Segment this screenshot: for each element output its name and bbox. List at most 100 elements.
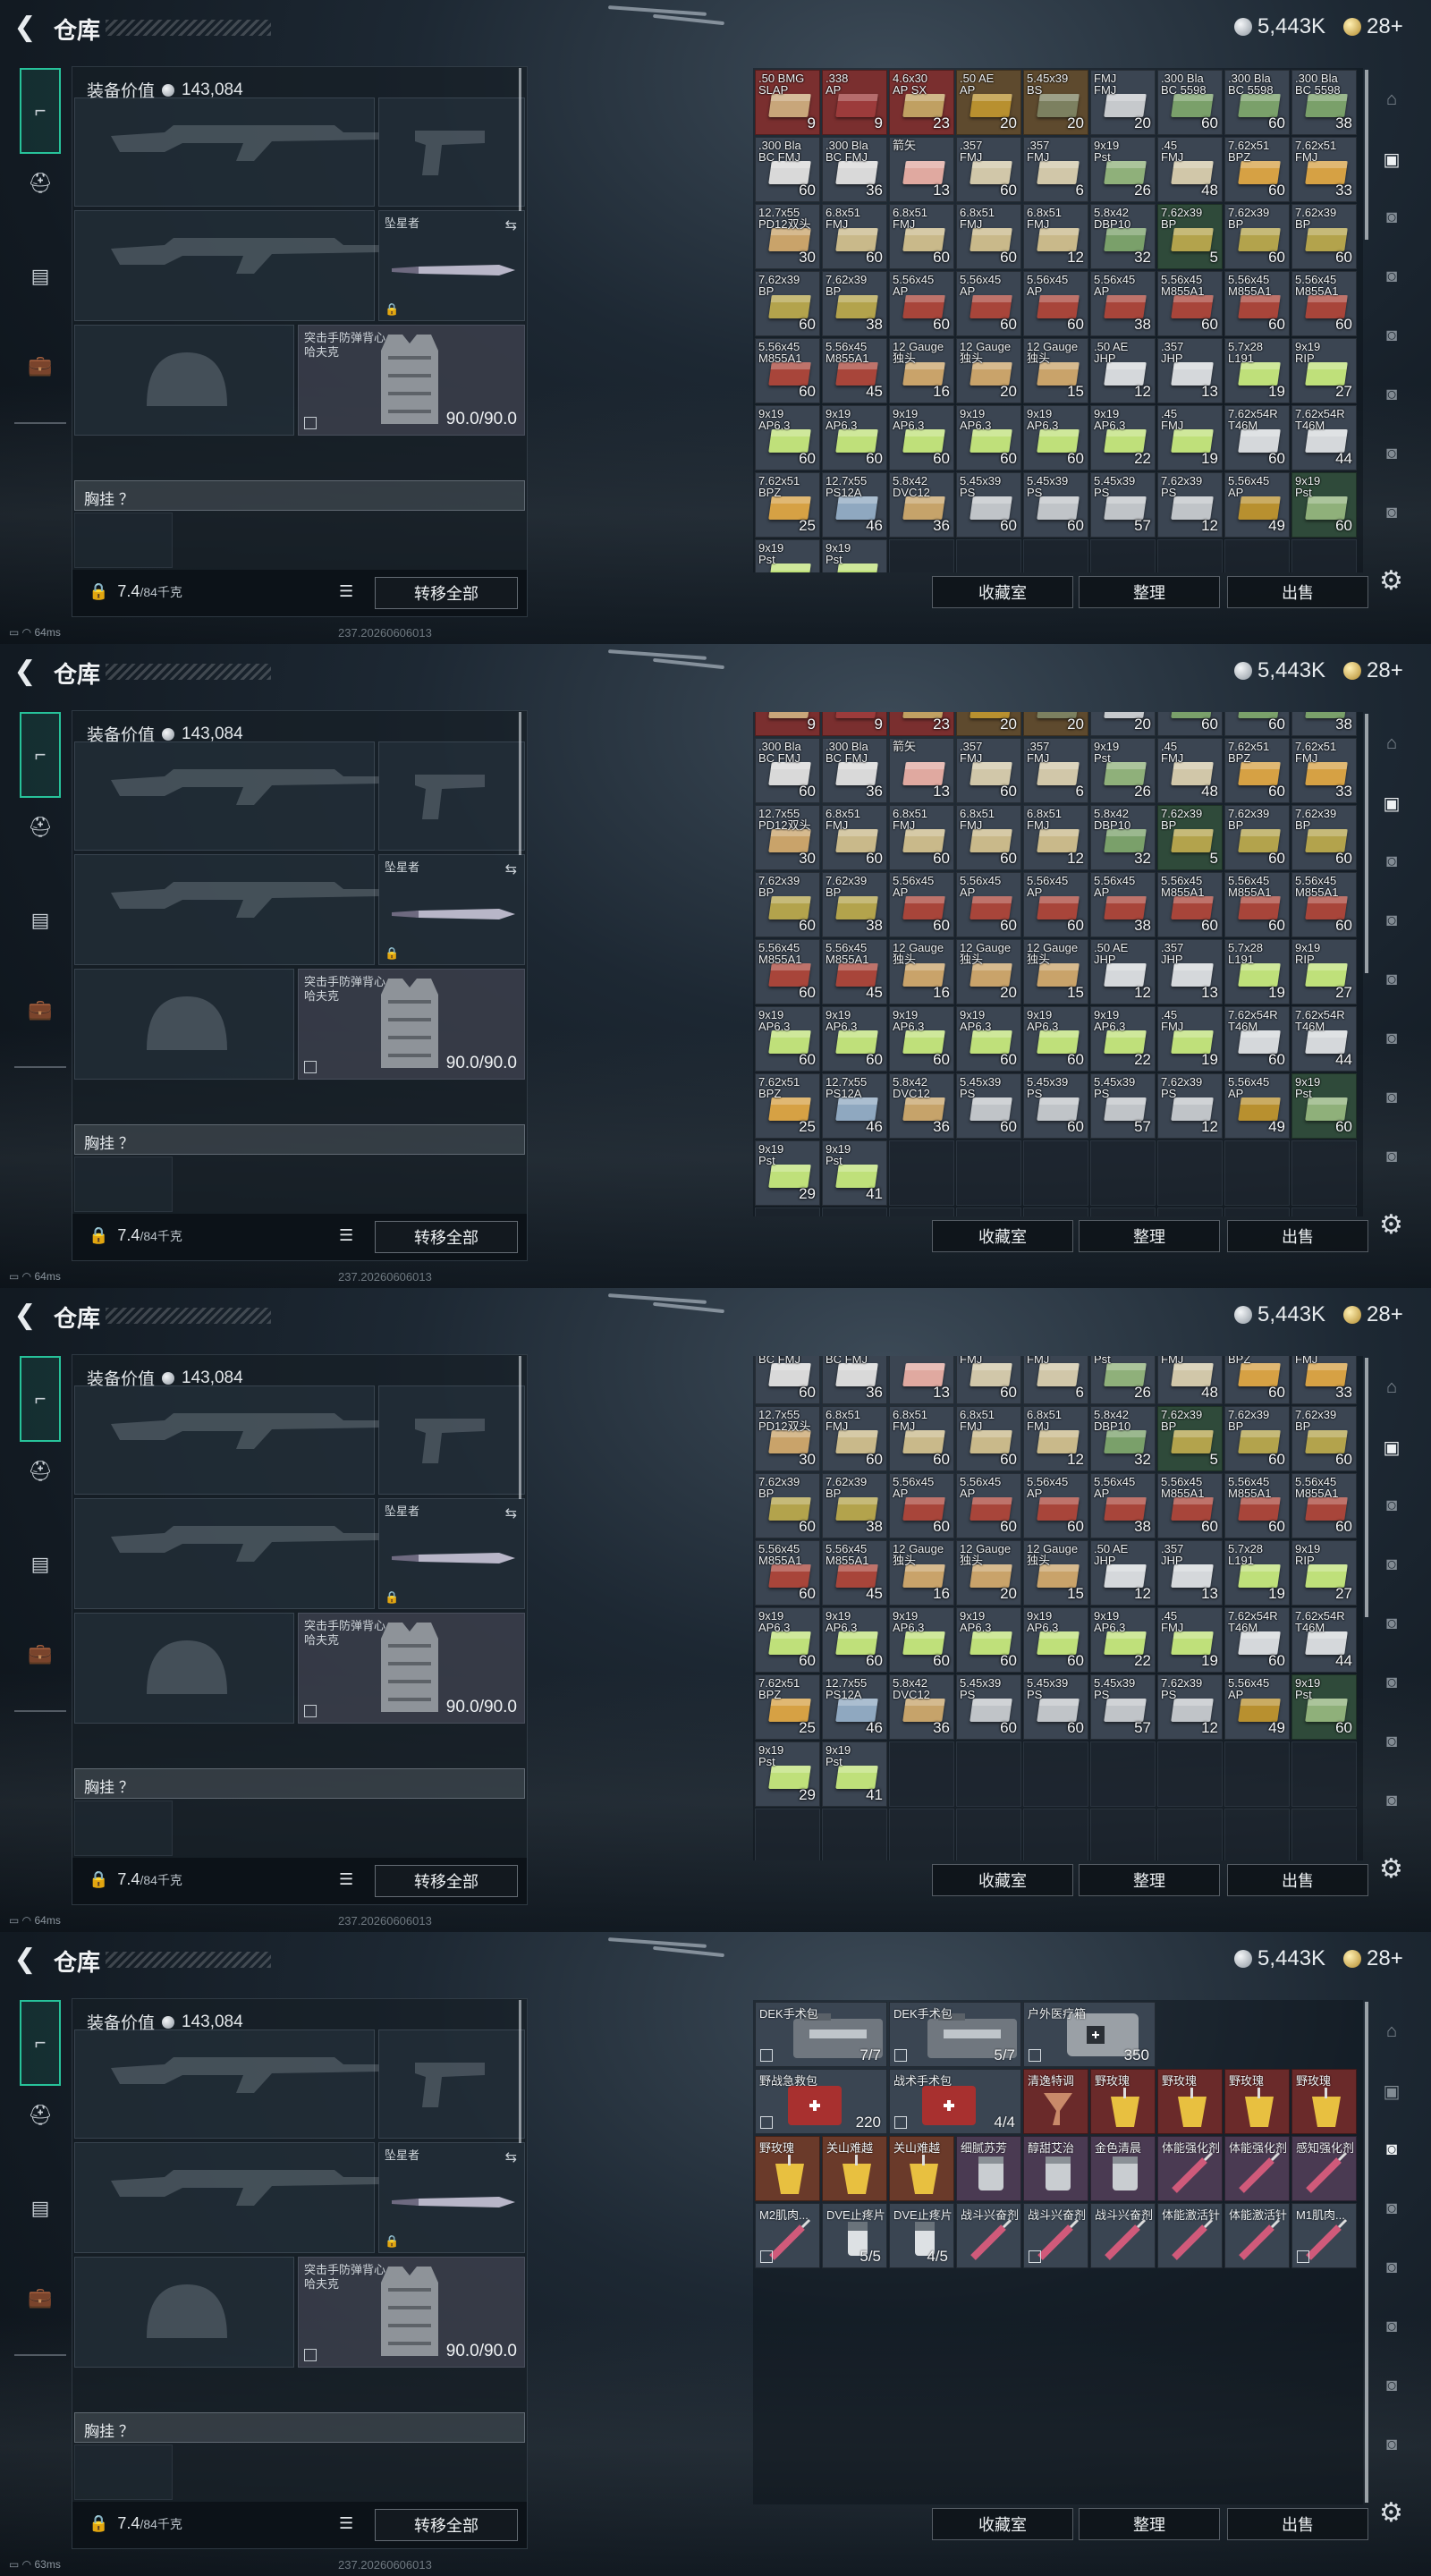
transfer-all-button[interactable]: 转移全部 (375, 577, 518, 609)
chest-rig-slot[interactable]: 胸挂 ？ (74, 1768, 525, 1799)
medical-item[interactable]: 野战急救包 220 (755, 2069, 887, 2134)
ammo-item[interactable]: 9x19 Pst41 (822, 1741, 887, 1807)
list-view-icon[interactable]: ☰ (339, 2515, 359, 2532)
folder-container-icon[interactable]: ▣ (1376, 792, 1408, 819)
medical-item[interactable]: 户外医疗箱 350 (1023, 2002, 1156, 2067)
ammo-item[interactable]: 9x19 AP6.3 60 (1023, 1006, 1088, 1072)
empty-slot[interactable] (1224, 1809, 1290, 1860)
transfer-all-button[interactable]: 转移全部 (375, 2509, 518, 2541)
ammo-item[interactable]: 5.45x39 PS 57 (1090, 472, 1156, 538)
ammo-item[interactable]: .357 JHP 13 (1157, 1540, 1223, 1606)
empty-slot[interactable] (1023, 1140, 1088, 1206)
ammo-item[interactable]: 7.62x39 BP 38 (822, 271, 887, 336)
empty-slot[interactable] (1224, 1140, 1290, 1206)
ammo-item[interactable]: 12.7x55 PD12双头 30 (755, 805, 820, 870)
ammo-item[interactable]: 6.8x51 FMJ 60 (956, 1406, 1021, 1471)
backpack-tab-icon[interactable]: ▤ (20, 256, 61, 297)
ammo-item[interactable]: 5.56x45 M855A1 60 (755, 939, 820, 1004)
empty-slot[interactable] (755, 1208, 820, 1216)
ammo-item[interactable]: 12 Gauge 独头 16 (889, 939, 954, 1004)
ammo-item[interactable]: 5.45x39 PS 60 (956, 472, 1021, 538)
ammo-item[interactable]: 9x19 AP6.3 60 (822, 1607, 887, 1673)
ammo-item[interactable]: 6.8x51 FMJ 60 (822, 1406, 887, 1471)
ammo-item[interactable]: 箭矢13 (889, 1356, 954, 1404)
ammo-item[interactable]: 7.62x51 BPZ 60 (1224, 738, 1290, 803)
chest-rig-slot[interactable]: 胸挂 ？ (74, 1124, 525, 1155)
primary-weapon-slot[interactable] (74, 2029, 379, 2139)
empty-slot[interactable] (956, 539, 1021, 572)
camera-container-icon[interactable]: ◙ (1376, 2199, 1408, 2225)
ammo-item[interactable]: 9x19 RIP 27 (1291, 338, 1357, 403)
sell-button[interactable]: 出售 (1227, 576, 1368, 608)
medical-item[interactable]: M1肌肉... (1291, 2203, 1357, 2268)
medical-item[interactable]: 野玫瑰 (1090, 2069, 1156, 2134)
ammo-item[interactable]: 12 Gauge 独头 20 (956, 1540, 1021, 1606)
ammo-item[interactable]: 7.62x51 BPZ 60 (1224, 137, 1290, 202)
pistol-slot[interactable] (378, 2029, 525, 2139)
ammo-item[interactable]: 9x19 AP6.3 60 (956, 1006, 1021, 1072)
ammo-item[interactable]: 4.6x30 AP SX23 (889, 712, 954, 736)
helmet-tab-icon[interactable]: ⛑ (20, 2095, 61, 2136)
sell-button[interactable]: 出售 (1227, 1220, 1368, 1252)
ammo-item[interactable]: 7.62x39 BP 60 (1291, 1406, 1357, 1471)
ammo-item[interactable]: .45 FMJ 48 (1157, 137, 1223, 202)
medical-item[interactable]: 关山难越 (889, 2136, 954, 2201)
ammo-item[interactable]: 5.45x39 BS 20 (1023, 70, 1088, 135)
helmet-container-icon[interactable]: ⌂ (1376, 1377, 1408, 1404)
empty-slot[interactable] (1224, 1741, 1290, 1807)
sort-button[interactable]: 整理 (1079, 576, 1220, 608)
weapon-tab-icon[interactable]: ⌐ (20, 712, 61, 798)
swap-icon[interactable]: ⇆ (505, 216, 517, 234)
ammo-item[interactable]: 9x19 AP6.3 60 (755, 1006, 820, 1072)
camera-container-icon[interactable]: ◙ (1376, 970, 1408, 996)
primary-weapon-slot[interactable] (74, 1385, 379, 1495)
back-icon[interactable]: ❮ (11, 657, 39, 686)
ammo-item[interactable]: 5.56x45 M855A1 60 (1291, 271, 1357, 336)
empty-slot[interactable] (956, 1208, 1021, 1216)
ammo-item[interactable]: 9x19 Pst41 (822, 1140, 887, 1206)
medical-item[interactable]: 野玫瑰 (1157, 2069, 1223, 2134)
folder-container-icon[interactable]: ▣ (1376, 1436, 1408, 1463)
ammo-item[interactable]: 5.56x45 AP 60 (1023, 1473, 1088, 1538)
camera-container-icon[interactable]: ◙ (1376, 2376, 1408, 2402)
loadout-scrollbar[interactable] (519, 2000, 521, 2143)
ammo-item[interactable]: .357 FMJ 6 (1023, 137, 1088, 202)
ammo-item[interactable]: 12 Gauge 独头 16 (889, 338, 954, 403)
ammo-item[interactable]: 7.62x54R T46M 44 (1291, 405, 1357, 470)
weapon-tab-icon[interactable]: ⌐ (20, 2000, 61, 2086)
camera-container-icon[interactable]: ◙ (1376, 1732, 1408, 1758)
ammo-item[interactable]: 9x19 AP6.3 60 (1023, 405, 1088, 470)
melee-slot[interactable]: 坠星者 ⇆ 🔒 (378, 854, 525, 965)
empty-slot[interactable] (1157, 1208, 1223, 1216)
empty-slot[interactable] (889, 1809, 954, 1860)
medical-item[interactable]: DVE止疼片 4/5 (889, 2203, 954, 2268)
backpack-tab-icon[interactable]: ▤ (20, 900, 61, 941)
ammo-item[interactable]: 7.62x39 BP 60 (1291, 204, 1357, 269)
medical-item[interactable]: M2肌肉... (755, 2203, 820, 2268)
primary-weapon-slot[interactable] (74, 741, 379, 851)
ammo-item[interactable]: 5.45x39 PS 60 (956, 1073, 1021, 1139)
silver-currency[interactable]: 5,443K (1234, 1302, 1325, 1327)
ammo-item[interactable]: 5.56x45 M855A1 45 (822, 1540, 887, 1606)
ammo-item[interactable]: 7.62x39 PS 12 (1157, 1674, 1223, 1740)
ammo-item[interactable]: 5.56x45 M855A1 60 (1157, 271, 1223, 336)
empty-slot[interactable] (1023, 1741, 1088, 1807)
ammo-item[interactable]: 5.56x45 AP 38 (1090, 872, 1156, 937)
ammo-item[interactable]: 箭矢13 (889, 137, 954, 202)
empty-slot[interactable] (1224, 539, 1290, 572)
weapon-tab-icon[interactable]: ⌐ (20, 1356, 61, 1442)
ammo-item[interactable]: 9x19 Pst41 (822, 539, 887, 572)
swap-icon[interactable]: ⇆ (505, 2148, 517, 2166)
sell-button[interactable]: 出售 (1227, 1864, 1368, 1896)
empty-slot[interactable] (889, 1140, 954, 1206)
ammo-item[interactable]: .50 AE AP 20 (956, 70, 1021, 135)
ammo-item[interactable]: .50 BMG SLAP9 (755, 70, 820, 135)
ammo-item[interactable]: .50 AE JHP 12 (1090, 1540, 1156, 1606)
ammo-item[interactable]: .45 FMJ 48 (1157, 738, 1223, 803)
ammo-item[interactable]: 7.62x51 BPZ 25 (755, 1674, 820, 1740)
empty-slot[interactable] (1291, 1741, 1357, 1807)
ammo-item[interactable]: 7.62x54R T46M 60 (1224, 405, 1290, 470)
empty-slot[interactable] (1023, 1208, 1088, 1216)
collection-room-button[interactable]: 收藏室 (932, 2508, 1073, 2540)
camera-container-icon[interactable]: ◙ (1376, 2140, 1408, 2166)
